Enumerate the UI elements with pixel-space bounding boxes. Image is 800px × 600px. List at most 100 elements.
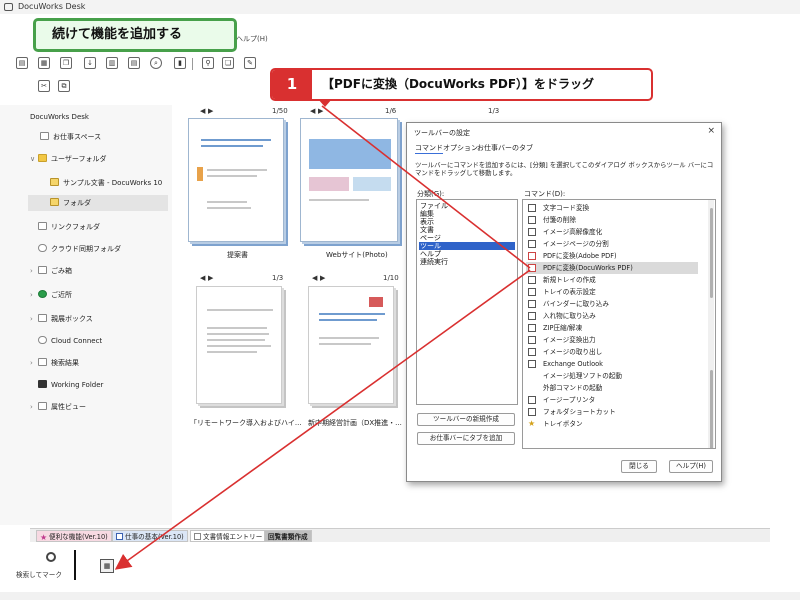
new-toolbar-button[interactable]: ツールバーの新規作成	[417, 413, 515, 426]
page-icon[interactable]: ▤	[128, 57, 140, 69]
command-item[interactable]: Exchange Outlook	[526, 358, 698, 370]
command-item[interactable]: イメージ変換出力	[526, 334, 698, 346]
close-button[interactable]: 閉じる	[621, 460, 657, 473]
add-tab-button[interactable]: お仕事バーにタブを追加	[417, 432, 515, 445]
sidebar-item-search-results[interactable]: › 検索結果	[30, 355, 79, 371]
command-item[interactable]: イージープリンタ	[526, 394, 698, 406]
sidebar-item-workspace[interactable]: お仕事スペース	[40, 129, 101, 145]
document-thumbnail[interactable]	[300, 118, 398, 242]
command-item[interactable]: イメージ高解像度化	[526, 226, 698, 238]
chevron-right-icon[interactable]: ›	[30, 399, 38, 415]
chevron-right-icon[interactable]: ›	[30, 355, 38, 371]
command-item[interactable]: トレイの表示設定	[526, 286, 698, 298]
callout-step-1: 1 【PDFに変換（DocuWorks PDF）】をドラッグ	[270, 68, 653, 101]
sidebar-item-cloud-connect[interactable]: Cloud Connect	[38, 333, 102, 349]
dialog-title: ツールバーの設定	[414, 129, 470, 137]
command-list[interactable]: 文字コード変換 付箋の削除 イメージ高解像度化 イメージページの分割 PDFに変…	[522, 199, 716, 449]
tag-icon[interactable]: ✂	[38, 80, 50, 92]
list-item[interactable]: ファイル	[419, 202, 515, 210]
scan-icon[interactable]: ▦	[38, 57, 50, 69]
close-icon[interactable]: ×	[707, 126, 715, 136]
sidebar-item-user-folder[interactable]: ∨ ユーザーフォルダ	[30, 151, 106, 167]
note-icon	[528, 216, 536, 224]
list-item-selected[interactable]: ツール	[419, 242, 515, 250]
command-item[interactable]: 新規トレイの作成	[526, 274, 698, 286]
command-item[interactable]: 入れ物に取り込み	[526, 310, 698, 322]
command-item[interactable]: 外部コマンドの起動	[526, 382, 698, 394]
list-item[interactable]: ヘルプ	[419, 250, 515, 258]
command-item[interactable]: 文字コード変換	[526, 202, 698, 214]
page-prev-icon[interactable]: ◀	[200, 107, 205, 115]
document-thumbnail[interactable]	[196, 286, 282, 404]
command-item[interactable]: 付箋の削除	[526, 214, 698, 226]
page-prev-icon[interactable]: ◀	[200, 274, 205, 282]
print-icon[interactable]: ▤	[16, 57, 28, 69]
tab-option[interactable]: オプション	[443, 143, 478, 153]
clip-icon[interactable]: ⧉	[58, 80, 70, 92]
column-icon[interactable]: ▮	[174, 57, 186, 69]
chevron-right-icon[interactable]: ›	[30, 311, 38, 327]
chevron-right-icon[interactable]: ›	[30, 263, 38, 279]
command-item[interactable]: PDFに変換(Adobe PDF)	[526, 250, 698, 262]
stamp-icon[interactable]: ⚲	[202, 57, 214, 69]
tab-work-basics[interactable]: 仕事の基本(Ver.10)	[112, 530, 188, 542]
tab-useful-features[interactable]: ★ 便利な機能(Ver.10)	[36, 530, 112, 542]
sidebar-item-working-folder[interactable]: Working Folder	[38, 377, 103, 393]
page-prev-icon[interactable]: ◀	[312, 274, 317, 282]
category-list[interactable]: ファイル 編集 表示 文書 ページ ツール ヘルプ 連続実行	[416, 199, 518, 405]
duplicate-icon[interactable]: ❏	[222, 57, 234, 69]
list-item[interactable]: ページ	[419, 234, 515, 242]
list-item[interactable]: 表示	[419, 218, 515, 226]
tab-command[interactable]: コマンド	[415, 143, 443, 154]
image-icon	[528, 336, 536, 344]
command-item[interactable]: ★ トレイボタン	[526, 418, 698, 430]
sidebar-item-neighborhood[interactable]: › ご近所	[30, 287, 72, 303]
document-label: 「リモートワーク導入およびハイ...	[190, 419, 302, 427]
search-icon[interactable]: ⌕	[150, 57, 162, 69]
chevron-right-icon[interactable]: ›	[30, 287, 38, 303]
help-button[interactable]: ヘルプ(H)	[669, 460, 713, 473]
chevron-down-icon[interactable]: ∨	[30, 151, 38, 167]
command-item-pdf-docuworks[interactable]: PDFに変換(DocuWorks PDF)	[526, 262, 698, 274]
page-next-icon[interactable]: ▶	[208, 107, 213, 115]
page-next-icon[interactable]: ▶	[208, 274, 213, 282]
search-icon[interactable]	[46, 552, 56, 562]
list-item[interactable]: 文書	[419, 226, 515, 234]
sidebar-item-sample[interactable]: サンプル文書 - DocuWorks 10	[50, 175, 162, 191]
sidebar-item-cloud-sync[interactable]: クラウド同期フォルダ	[38, 241, 121, 257]
command-item[interactable]: イメージ処理ソフトの起動	[526, 370, 698, 382]
command-item[interactable]: ZIP圧縮/解凍	[526, 322, 698, 334]
sidebar-item-trash[interactable]: › ごみ箱	[30, 263, 72, 279]
sidebar-item-attribute-view[interactable]: › 属性ビュー	[30, 399, 86, 415]
vertical-scrollbar[interactable]	[770, 50, 800, 530]
copy-icon[interactable]: ❐	[60, 57, 72, 69]
command-item[interactable]: バインダーに取り込み	[526, 298, 698, 310]
menu-help[interactable]: ヘルプ(H)	[236, 34, 268, 44]
work-bar-panel: 検索してマーク ▦	[0, 542, 770, 592]
command-item[interactable]: フォルダショートカット	[526, 406, 698, 418]
tab-circulation[interactable]: 回覧書類作成	[264, 530, 312, 542]
document-thumbnail[interactable]	[308, 286, 394, 404]
cloud-connect-icon	[38, 336, 47, 344]
search-icon	[38, 358, 47, 366]
sidebar-item-confidential[interactable]: › 親展ボックス	[30, 311, 93, 327]
command-item[interactable]: イメージの取り出し	[526, 346, 698, 358]
tab-work-bar[interactable]: お仕事バーのタブ	[477, 143, 533, 153]
command-item[interactable]: イメージページの分割	[526, 238, 698, 250]
sidebar-item-link-folder[interactable]: リンクフォルダ	[38, 219, 100, 235]
list-item[interactable]: 編集	[419, 210, 515, 218]
document-thumbnail[interactable]	[188, 118, 284, 242]
page-prev-icon[interactable]: ◀	[310, 107, 315, 115]
list-item[interactable]: 連続実行	[419, 258, 515, 266]
sidebar-item-desk[interactable]: DocuWorks Desk	[30, 109, 89, 125]
tool-icon[interactable]: ✎	[244, 57, 256, 69]
page-next-icon[interactable]: ▶	[320, 274, 325, 282]
import-icon[interactable]: ↓	[84, 57, 96, 69]
page-next-icon[interactable]: ▶	[318, 107, 323, 115]
dropped-command-icon[interactable]: ▦	[100, 559, 114, 573]
doc-icon	[528, 204, 536, 212]
sidebar-item-folder[interactable]: フォルダ	[28, 195, 168, 211]
tab-doc-info-entry[interactable]: 文書情報エントリー	[190, 530, 267, 542]
binder-icon[interactable]: ▥	[106, 57, 118, 69]
folder-icon	[38, 154, 47, 162]
